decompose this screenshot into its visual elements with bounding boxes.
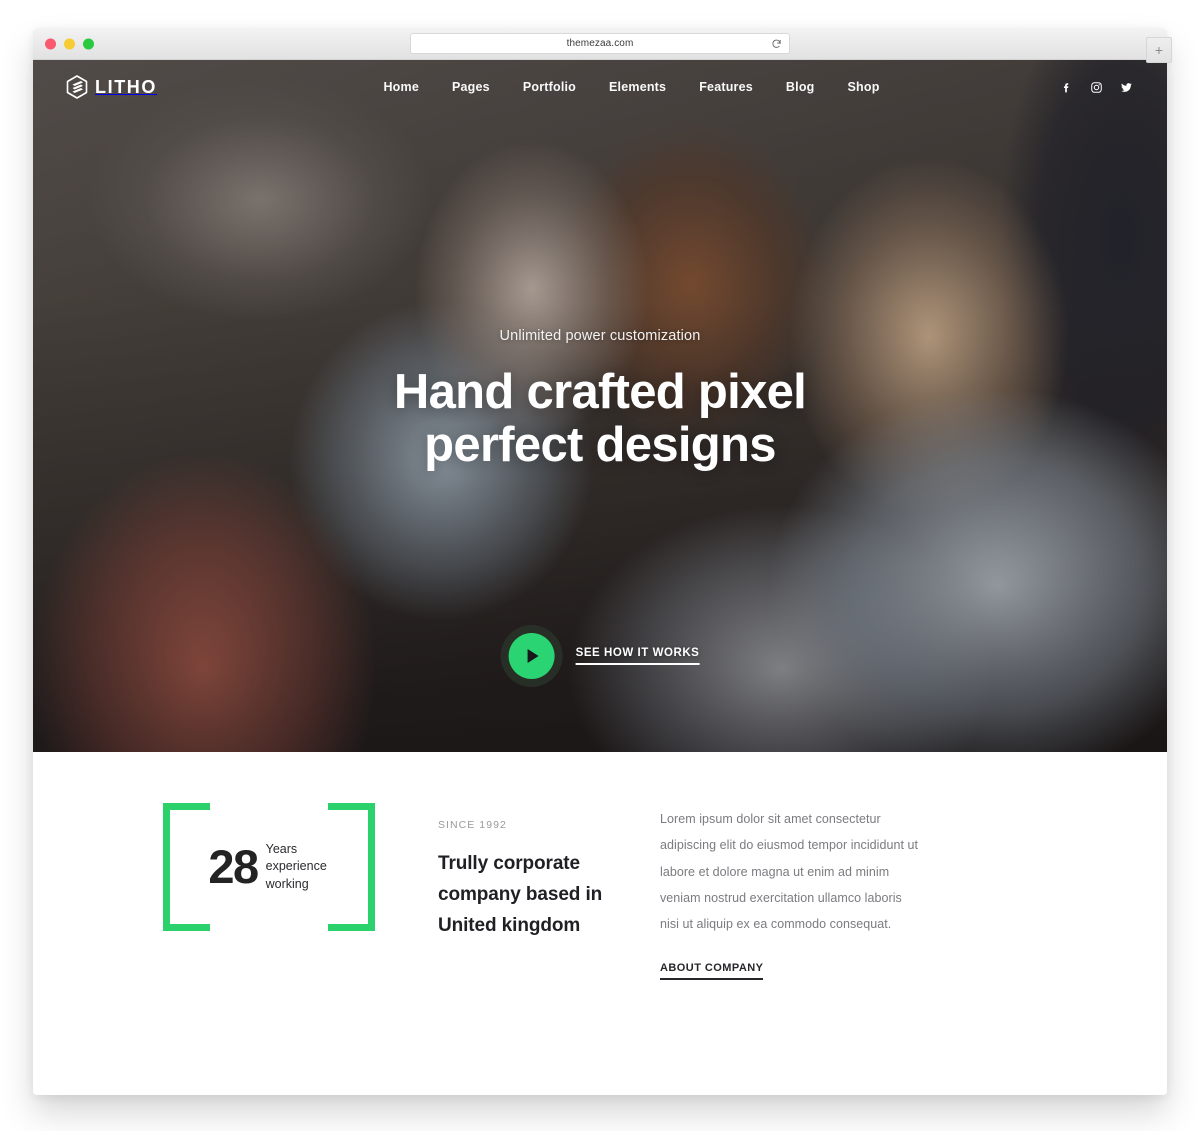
hero-subtitle: Unlimited power customization [499, 328, 701, 344]
nav-item-home[interactable]: Home [383, 80, 419, 94]
nav-item-pages[interactable]: Pages [452, 80, 490, 94]
play-button[interactable] [500, 625, 563, 687]
about-body-column: Lorem ipsum dolor sit amet consectetur a… [660, 806, 922, 981]
nav-item-shop[interactable]: Shop [848, 80, 880, 94]
nav-item-blog[interactable]: Blog [786, 80, 815, 94]
browser-titlebar: themezaa.com [33, 28, 1167, 60]
hero-copy: Unlimited power customization Hand craft… [33, 328, 1167, 472]
play-icon [508, 633, 555, 679]
about-title: Trully corporate company based in United… [438, 853, 603, 936]
reload-icon[interactable] [771, 38, 782, 49]
window-controls [45, 38, 94, 49]
experience-years-caption: Years experience working [265, 842, 327, 891]
social-link-instagram[interactable] [1090, 81, 1103, 94]
minimize-window-button[interactable] [64, 38, 75, 49]
nav-item-portfolio[interactable]: Portfolio [523, 80, 576, 94]
site-navbar: LITHO Home Pages Portfolio Elements Feat… [33, 60, 1167, 114]
facebook-icon [1063, 82, 1069, 92]
experience-stat-block: 28 Years experience working [163, 803, 375, 931]
new-tab-button[interactable]: + [1146, 37, 1172, 63]
nav-item-features[interactable]: Features [699, 80, 753, 94]
about-content: 28 Years experience working SINCE 1992 T… [163, 800, 1093, 981]
instagram-icon [1091, 81, 1102, 93]
hexagon-layers-logo-icon [66, 75, 88, 99]
about-eyebrow: SINCE 1992 [438, 819, 507, 831]
brand-name: LITHO [95, 77, 157, 97]
social-link-twitter[interactable] [1120, 81, 1133, 94]
about-paragraph: Lorem ipsum dolor sit amet consectetur a… [660, 812, 919, 931]
new-tab-label: + [1154, 42, 1164, 58]
hero-title-line-1: Hand crafted pixel [393, 365, 807, 419]
address-bar-url: themezaa.com [566, 38, 634, 49]
about-headline-column: SINCE 1992 Trully corporate company base… [438, 819, 638, 941]
hero-title-line-2: perfect designs [424, 417, 776, 472]
screenshot-root: + themezaa.com LITHO Home Pages Portfoli… [0, 0, 1200, 1131]
address-bar[interactable]: themezaa.com [410, 33, 790, 54]
experience-stat-content: 28 Years experience working [163, 841, 375, 893]
social-links [1060, 81, 1133, 94]
video-cta-label[interactable]: SEE HOW IT WORKS [575, 647, 700, 665]
maximize-window-button[interactable] [83, 38, 94, 49]
about-company-link[interactable]: ABOUT COMPANY [660, 962, 764, 981]
social-link-facebook[interactable] [1060, 81, 1073, 94]
close-window-button[interactable] [45, 38, 56, 49]
experience-years-number: 28 [208, 840, 259, 894]
twitter-icon [1121, 82, 1132, 92]
hero-section: LITHO Home Pages Portfolio Elements Feat… [33, 60, 1167, 752]
hero-title: Hand crafted pixel perfect designs [33, 366, 1167, 472]
primary-nav: Home Pages Portfolio Elements Features B… [203, 80, 1060, 94]
brand-logo[interactable]: LITHO [66, 75, 157, 99]
nav-item-elements[interactable]: Elements [609, 80, 666, 94]
video-cta[interactable]: SEE HOW IT WORKS [500, 625, 700, 687]
play-triangle-glyph [527, 649, 539, 663]
